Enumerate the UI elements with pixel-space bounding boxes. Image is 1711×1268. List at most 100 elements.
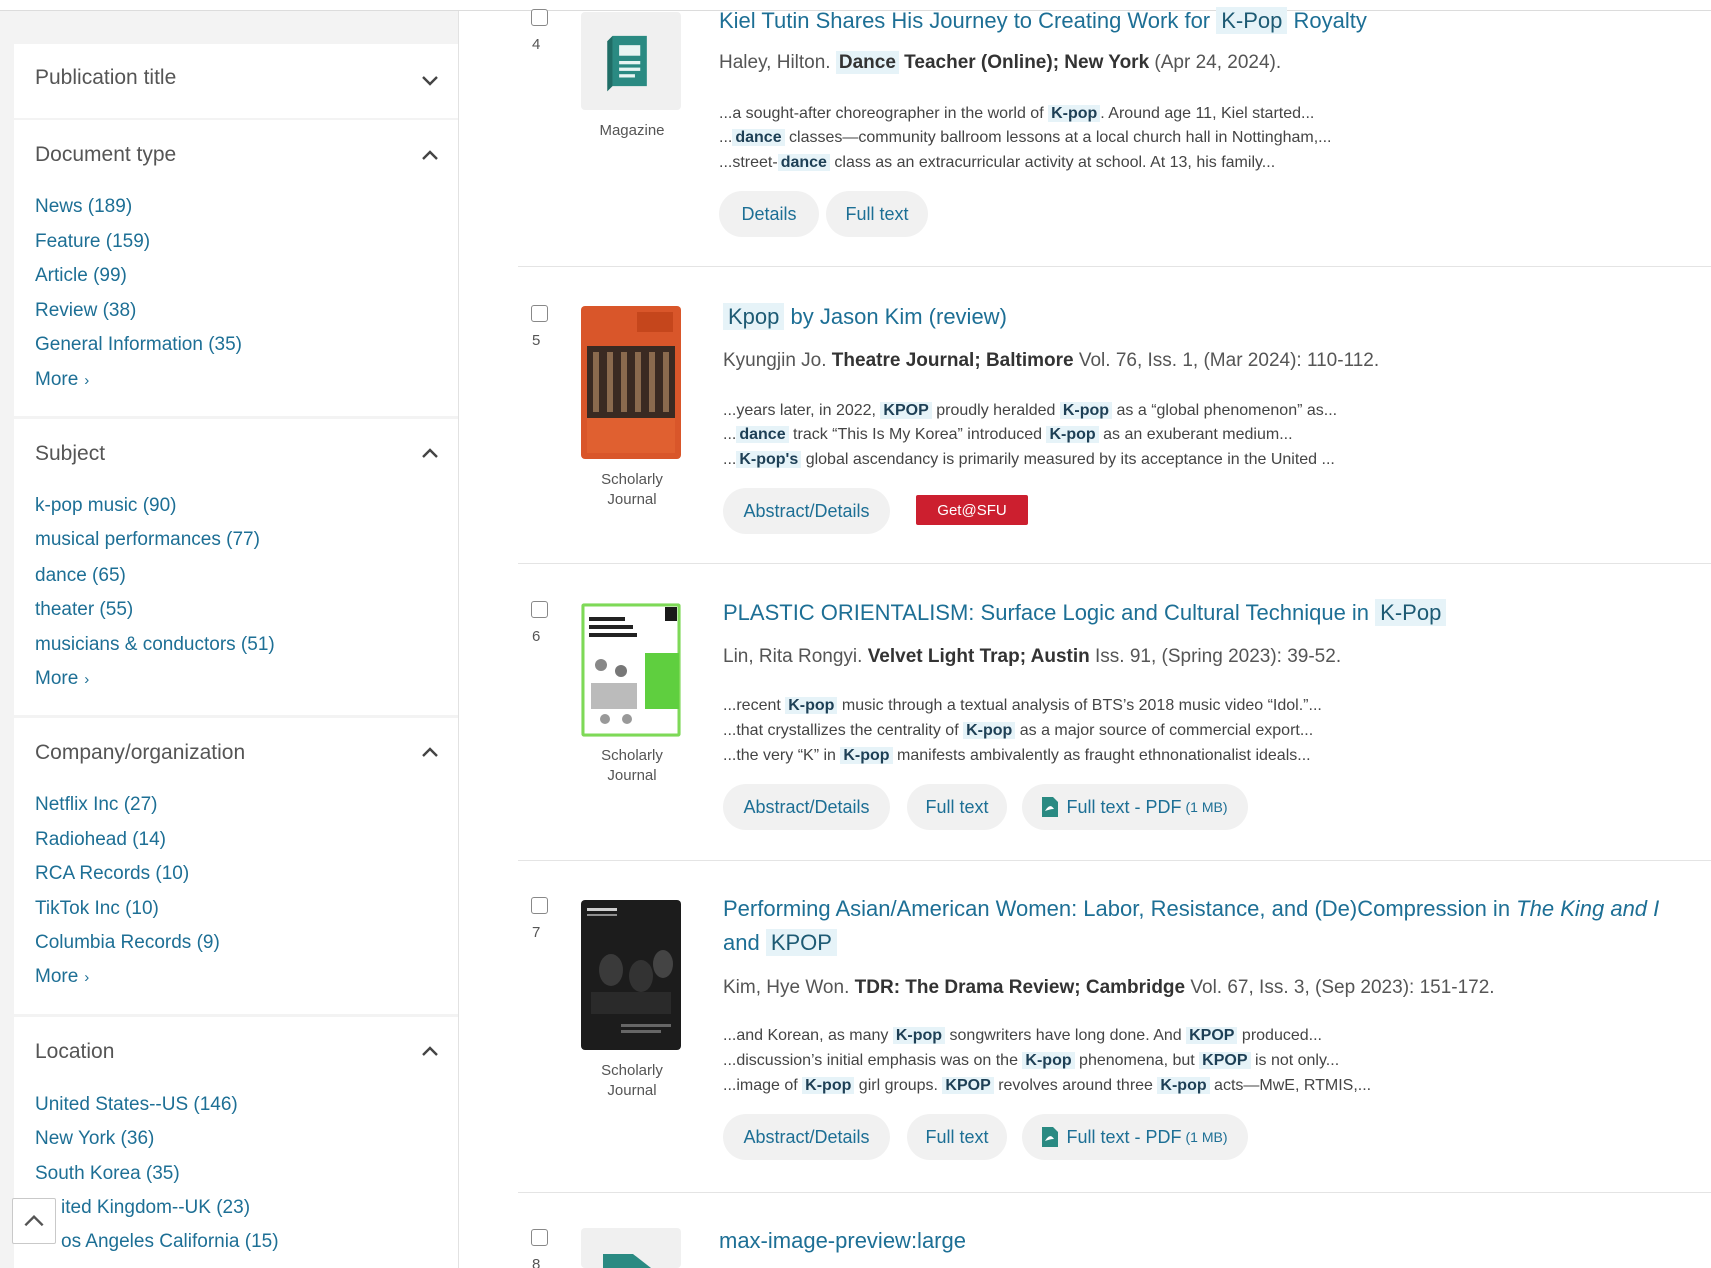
snippet-highlight: K-pop [785, 697, 838, 714]
result-divider [518, 860, 1711, 861]
content-type-label: Scholarly Journal [572, 470, 692, 510]
facet-link[interactable]: TikTok Inc (10) [35, 898, 159, 920]
title-text: Performing Asian/American Women: Labor, … [723, 896, 1517, 921]
more-label: More [35, 668, 79, 689]
facet-link[interactable]: News (189) [35, 196, 132, 218]
full-text-pdf-button[interactable]: Full text - PDF (1 MB) [1022, 1114, 1248, 1160]
pub-details: Iss. 91, (Spring 2023): 39-52. [1089, 646, 1342, 667]
facet-link[interactable]: Article (99) [35, 265, 127, 287]
details-button[interactable]: Details [719, 191, 819, 237]
facet-link[interactable]: dance (65) [35, 565, 126, 587]
publication: TDR: The Drama Review; Cambridge [854, 977, 1186, 998]
result-number: 8 [532, 1256, 541, 1268]
author: Lin, Rita Rongyi. [723, 646, 863, 667]
snippet-text: global ascendancy is primarily measured … [801, 451, 1335, 468]
facet-link[interactable]: Feature (159) [35, 231, 150, 253]
snippet-highlight: K-pop's [736, 451, 802, 468]
snippet-highlight: KPOP [880, 402, 932, 419]
pub-date: (Apr 24, 2024). [1149, 52, 1282, 73]
facet-link[interactable]: Review (38) [35, 300, 136, 322]
select-checkbox[interactable] [531, 897, 548, 914]
title-text: PLASTIC ORIENTALISM: Surface Logic and C… [723, 600, 1376, 625]
facet-link[interactable]: os Angeles California (15) [61, 1231, 279, 1253]
facet-link[interactable]: k-pop music (90) [35, 495, 177, 517]
content-type-label: Scholarly Journal [572, 746, 692, 786]
more-link[interactable]: More › [35, 668, 89, 690]
facet-subject: Subject k-pop music (90) musical perform… [14, 419, 458, 715]
back-to-top-icon [24, 1214, 44, 1227]
select-checkbox[interactable] [531, 601, 548, 618]
abstract-details-button[interactable]: Abstract/Details [723, 488, 890, 534]
snippet-text: ...the very “K” in [723, 747, 841, 764]
pub-details: Vol. 67, Iss. 3, (Sep 2023): 151-172. [1185, 977, 1495, 998]
result-title[interactable]: Kpop by Jason Kim (review) [723, 303, 1007, 330]
abstract-details-button[interactable]: Abstract/Details [723, 784, 890, 830]
facet-publication-title[interactable]: Publication title [14, 44, 458, 118]
snippet-text: ...image of [723, 1077, 803, 1094]
result-number: 4 [532, 36, 541, 53]
snippet-text: ...a sought-after choreographer in the w… [719, 105, 1049, 122]
more-link[interactable]: More › [35, 966, 89, 988]
full-text-pdf-button[interactable]: Full text - PDF (1 MB) [1022, 784, 1248, 830]
snippet-highlight: dance [736, 426, 789, 443]
chevron-down-icon[interactable] [418, 68, 442, 92]
full-text-button[interactable]: Full text [826, 191, 928, 237]
chevron-up-icon[interactable] [418, 741, 442, 765]
type-line: Scholarly [601, 1062, 663, 1079]
full-text-button[interactable]: Full text [907, 1114, 1007, 1160]
facet-link[interactable]: New York (36) [35, 1128, 154, 1150]
snippet-highlight: KPOP [942, 1077, 994, 1094]
author: Haley, Hilton. [719, 52, 831, 73]
facet-document-type: Document type News (189) Feature (159) A… [14, 120, 458, 416]
abstract-details-button[interactable]: Abstract/Details [723, 1114, 890, 1160]
snippet-text: as a major source of commercial export..… [1015, 722, 1314, 739]
publication: Theatre Journal; Baltimore [831, 350, 1074, 371]
get-sfu-button[interactable]: Get@SFU [916, 495, 1028, 525]
publication: Velvet Light Trap; Austin [867, 646, 1090, 667]
facet-link[interactable]: United States--US (146) [35, 1094, 238, 1116]
snippet-text: acts—MwE, RTMIS,... [1209, 1077, 1372, 1094]
back-to-top-button[interactable] [12, 1198, 56, 1244]
snippet-line: ...a sought-after choreographer in the w… [719, 102, 1314, 126]
facet-link[interactable]: Columbia Records (9) [35, 932, 220, 954]
result-title[interactable]: PLASTIC ORIENTALISM: Surface Logic and C… [723, 599, 1447, 626]
select-checkbox[interactable] [531, 1229, 548, 1246]
type-line: Journal [607, 1082, 657, 1099]
result-title[interactable]: Performing Asian/American Women: Labor, … [723, 896, 1659, 922]
more-link[interactable]: More › [35, 369, 89, 391]
select-checkbox[interactable] [531, 9, 548, 26]
snippet-highlight: KPOP [1186, 1027, 1238, 1044]
facet-link[interactable]: theater (55) [35, 599, 133, 621]
chevron-up-icon[interactable] [418, 144, 442, 168]
snippet-text: as a “global phenomenon” as... [1112, 402, 1338, 419]
result-title[interactable]: Kiel Tutin Shares His Journey to Creatin… [719, 7, 1367, 34]
snippet-highlight: K-pop [1059, 402, 1113, 419]
snippet-line: ...and Korean, as many K-pop songwriters… [723, 1024, 1322, 1048]
select-checkbox[interactable] [531, 305, 548, 322]
snippet-line: ...that crystallizes the centrality of K… [723, 719, 1313, 743]
snippet-text: is not only... [1250, 1052, 1340, 1069]
snippet-highlight: K-pop [963, 722, 1016, 739]
facet-link[interactable]: musicians & conductors (51) [35, 634, 275, 656]
snippet-text: manifests ambivalently as fraught ethnon… [892, 747, 1311, 764]
snippet-text: ... [719, 129, 733, 146]
pdf-size: (1 MB) [1185, 1129, 1228, 1145]
facet-link[interactable]: RCA Records (10) [35, 863, 189, 885]
full-text-button[interactable]: Full text [907, 784, 1007, 830]
snippet-highlight: K-pop [892, 1027, 946, 1044]
result-title[interactable]: max-image-preview:large [719, 1228, 966, 1254]
facet-link[interactable]: Radiohead (14) [35, 829, 166, 851]
chevron-up-icon[interactable] [418, 1040, 442, 1064]
chevron-up-icon[interactable] [418, 442, 442, 466]
facet-link[interactable]: General Information (35) [35, 334, 242, 356]
facet-link[interactable]: musical performances (77) [35, 529, 260, 551]
snippet-text: proudly heralded [931, 402, 1060, 419]
facet-link[interactable]: Netflix Inc (27) [35, 794, 157, 816]
result-title-line2[interactable]: and KPOP [723, 929, 837, 956]
facet-link[interactable]: ited Kingdom--UK (23) [61, 1197, 250, 1219]
facet-link[interactable]: South Korea (35) [35, 1163, 180, 1185]
snippet-text: ...that crystallizes the centrality of [723, 722, 964, 739]
content-type-label: Scholarly Journal [572, 1061, 692, 1101]
snippet-text: as an exuberant medium... [1098, 426, 1293, 443]
magazine-icon [581, 12, 681, 110]
